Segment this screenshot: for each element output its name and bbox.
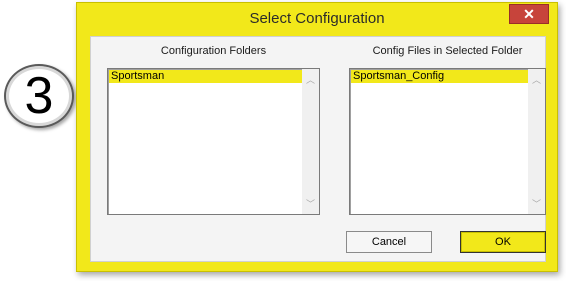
config-files-list[interactable]: Sportsman_Config ︿ ﹀ bbox=[349, 68, 546, 215]
folders-scrollbar[interactable]: ︿ ﹀ bbox=[302, 69, 319, 214]
dialog-title: Select Configuration bbox=[249, 10, 385, 27]
chevron-up-icon[interactable]: ︿ bbox=[302, 71, 319, 88]
step-number-badge: 3 bbox=[4, 64, 74, 128]
configuration-folders-list[interactable]: Sportsman ︿ ﹀ bbox=[107, 68, 320, 215]
select-configuration-dialog: Select Configuration ✕ Configuration Fol… bbox=[76, 2, 558, 272]
files-scrollbar[interactable]: ︿ ﹀ bbox=[528, 69, 545, 214]
config-files-label: Config Files in Selected Folder bbox=[372, 45, 523, 57]
ok-button[interactable]: OK bbox=[460, 231, 546, 253]
folder-item-sportsman[interactable]: Sportsman bbox=[109, 70, 303, 83]
file-item-sportsman-config[interactable]: Sportsman_Config bbox=[351, 70, 529, 83]
close-button[interactable]: ✕ bbox=[509, 4, 549, 24]
chevron-down-icon[interactable]: ﹀ bbox=[302, 195, 319, 212]
chevron-up-icon[interactable]: ︿ bbox=[528, 71, 545, 88]
dialog-body: Configuration Folders Sportsman ︿ ﹀ Conf… bbox=[90, 36, 546, 262]
configuration-folders-label: Configuration Folders bbox=[160, 45, 267, 57]
title-bar[interactable]: Select Configuration ✕ bbox=[77, 3, 557, 35]
chevron-down-icon[interactable]: ﹀ bbox=[528, 195, 545, 212]
step-number: 3 bbox=[24, 67, 54, 125]
close-icon: ✕ bbox=[523, 5, 535, 22]
cancel-button[interactable]: Cancel bbox=[346, 231, 432, 253]
